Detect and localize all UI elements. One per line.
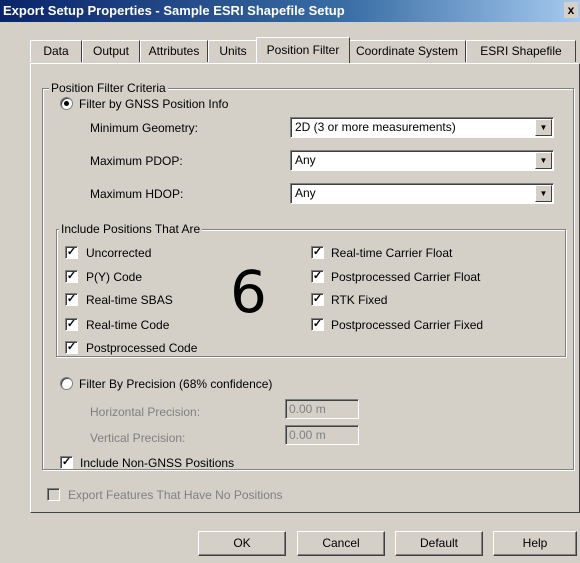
filter-precision-label: Filter By Precision (68% confidence) [79,377,273,391]
rtk-fixed-checkbox[interactable]: ✓ [311,293,324,306]
realtime-sbas-label: Real-time SBAS [86,293,173,307]
rtk-fixed-label: RTK Fixed [331,293,388,307]
filter-precision-radio[interactable] [60,377,73,390]
chevron-down-icon[interactable]: ▼ [535,185,552,202]
min-geometry-label: Minimum Geometry: [90,121,199,135]
uncorrected-label: Uncorrected [86,246,152,260]
tab-data[interactable]: Data [30,40,82,62]
include-non-gnss-checkbox[interactable]: ✓ [60,456,73,469]
postprocessed-carrier-float-checkbox[interactable]: ✓ [311,270,324,283]
tab-attributes[interactable]: Attributes [140,40,208,62]
realtime-carrier-float-label: Real-time Carrier Float [331,246,453,260]
cancel-button[interactable]: Cancel [297,531,385,556]
help-button[interactable]: Help [493,531,577,556]
max-hdop-value: Any [295,186,316,200]
postprocessed-carrier-float-label: Postprocessed Carrier Float [331,270,481,284]
vertical-precision-label: Vertical Precision: [90,431,186,445]
annotation-number: 6 [230,258,267,326]
include-non-gnss-label: Include Non-GNSS Positions [80,456,235,470]
close-icon[interactable]: x [564,2,578,18]
tab-position-filter[interactable]: Position Filter [256,37,350,63]
vertical-precision-field[interactable]: 0.00 m [285,425,359,445]
postprocessed-carrier-fixed-checkbox[interactable]: ✓ [311,318,324,331]
realtime-code-checkbox[interactable]: ✓ [65,318,78,331]
min-geometry-select[interactable]: 2D (3 or more measurements) ▼ [290,117,554,138]
default-button[interactable]: Default [395,531,483,556]
py-code-checkbox[interactable]: ✓ [65,270,78,283]
position-filter-group-label: Position Filter Criteria [49,81,168,95]
title-bar: Export Setup Properties - Sample ESRI Sh… [0,0,580,22]
realtime-code-label: Real-time Code [86,318,170,332]
max-pdop-select[interactable]: Any ▼ [290,150,554,171]
py-code-label: P(Y) Code [86,270,143,284]
window-title: Export Setup Properties - Sample ESRI Sh… [3,3,345,18]
horizontal-precision-field[interactable]: 0.00 m [285,399,359,419]
tab-units[interactable]: Units [208,40,258,62]
tab-esri-shapefile[interactable]: ESRI Shapefile [466,40,576,62]
min-geometry-value: 2D (3 or more measurements) [295,120,456,134]
horizontal-precision-label: Horizontal Precision: [90,405,201,419]
horizontal-precision-value: 0.00 m [289,402,326,416]
max-pdop-label: Maximum PDOP: [90,154,183,168]
export-no-positions-label: Export Features That Have No Positions [68,488,283,502]
include-positions-label: Include Positions That Are [59,222,203,236]
postprocessed-code-checkbox[interactable]: ✓ [65,341,78,354]
uncorrected-checkbox[interactable]: ✓ [65,246,78,259]
max-pdop-value: Any [295,153,316,167]
max-hdop-select[interactable]: Any ▼ [290,183,554,204]
export-no-positions-checkbox[interactable] [47,488,60,501]
tab-coordinate-system[interactable]: Coordinate System [348,40,466,62]
chevron-down-icon[interactable]: ▼ [535,152,552,169]
postprocessed-code-label: Postprocessed Code [86,341,198,355]
realtime-sbas-checkbox[interactable]: ✓ [65,293,78,306]
ok-button[interactable]: OK [198,531,286,556]
filter-gnss-radio[interactable] [60,97,73,110]
postprocessed-carrier-fixed-label: Postprocessed Carrier Fixed [331,318,484,332]
filter-gnss-label: Filter by GNSS Position Info [79,97,229,111]
tab-output[interactable]: Output [82,40,140,62]
vertical-precision-value: 0.00 m [289,428,326,442]
chevron-down-icon[interactable]: ▼ [535,119,552,136]
max-hdop-label: Maximum HDOP: [90,187,184,201]
realtime-carrier-float-checkbox[interactable]: ✓ [311,246,324,259]
